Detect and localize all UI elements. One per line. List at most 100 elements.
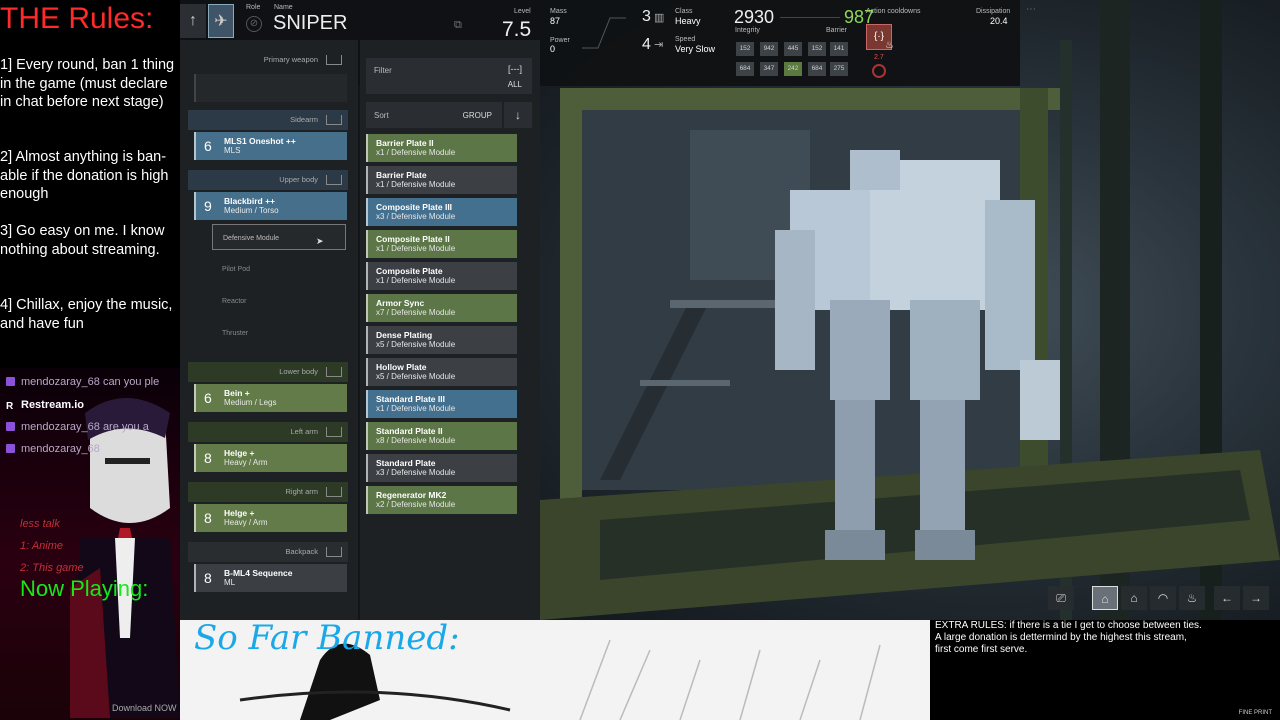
sort-label: Sort (374, 111, 389, 120)
backpack-slot[interactable]: 8 B-ML4 Sequence ML (194, 564, 347, 592)
list-item[interactable]: Barrier Plate x1 / Defensive Module (366, 166, 517, 194)
chat-message: R Restream.io (6, 399, 84, 412)
dissipation-label: Dissipation (976, 8, 1011, 15)
rules-title: THE Rules: (0, 2, 154, 35)
list-item[interactable]: Composite Plate III x3 / Defensive Module (366, 198, 517, 226)
camera-icon[interactable]: ⎚ (1048, 586, 1074, 610)
rule-2: 2] Almost anything is ban-able if the do… (0, 149, 169, 202)
defensive-module-slot[interactable]: Defensive Module (212, 224, 346, 250)
role-empty-icon[interactable]: ⊘ (246, 16, 262, 32)
list-item[interactable]: Dense Plating x5 / Defensive Module (366, 326, 517, 354)
backpack-header: Backpack (188, 542, 348, 562)
list-item[interactable]: Hollow Plate x5 / Defensive Module (366, 358, 517, 386)
upper-body-header: Upper body (188, 170, 348, 190)
primary-weapon-header: Primary weapon (188, 50, 348, 70)
stat-divider (780, 17, 840, 18)
chat-overlay: mendozaray_68 can you ple R Restream.io m… (0, 368, 180, 720)
integrity-stat: 242 (784, 62, 802, 76)
now-playing-label: Now Playing: (20, 576, 149, 601)
list-item[interactable]: Standard Plate x3 / Defensive Module (366, 454, 517, 482)
role-label: Role (246, 4, 261, 11)
lower-body-slot[interactable]: 6 Bein + Medium / Legs (194, 384, 347, 412)
power-value: 0 (550, 44, 556, 54)
sidearm-header: Sidearm (188, 110, 348, 130)
list-item[interactable]: Composite Plate II x1 / Defensive Module (366, 230, 517, 258)
reactor-slot[interactable]: Reactor (212, 288, 346, 314)
view-mech-icon[interactable]: ⌂ (1092, 586, 1118, 610)
list-item[interactable]: Barrier Plate II x1 / Defensive Module (366, 134, 517, 162)
level-label: Level (514, 8, 531, 15)
filter-box[interactable]: Filter [---] ALL (366, 58, 532, 94)
class-value: Heavy (675, 16, 701, 26)
role-icon[interactable]: ✈ (208, 4, 234, 38)
view-flame-icon[interactable]: ♨ (1179, 586, 1205, 610)
name-label: Name (274, 4, 293, 11)
pilot-pod-slot[interactable]: Pilot Pod (212, 256, 346, 282)
right-arm-header: Right arm (188, 482, 348, 502)
rule-3: 3] Go easy on me. I know nothing about s… (0, 223, 165, 258)
up-arrow-icon[interactable]: ↑ (180, 4, 206, 38)
speed-value: Very Slow (675, 44, 716, 54)
filter-value: ALL (507, 80, 522, 89)
list-item[interactable]: Composite Plate x1 / Defensive Module (366, 262, 517, 290)
previous-arrow-icon[interactable]: ← (1214, 586, 1240, 610)
left-arm-header: Left arm (188, 422, 348, 442)
list-item[interactable]: Regenerator MK2 x2 / Defensive Module (366, 486, 517, 514)
next-arrow-icon[interactable]: → (1243, 586, 1269, 610)
banned-title: So Far Banned: (194, 620, 460, 658)
sidearm-slot[interactable]: 6 MLS1 Oneshot ++ MLS (194, 132, 347, 160)
sort-box[interactable]: Sort GROUP (366, 102, 502, 128)
list-item[interactable]: Standard Plate III x1 / Defensive Module (366, 390, 517, 418)
cooldown-value: 2.7 (874, 54, 884, 61)
rule-4: 4] Chillax, enjoy the music, and have fu… (0, 297, 173, 332)
twitch-icon (6, 444, 15, 453)
cooldowns-label: Action cooldowns (866, 8, 921, 15)
integrity-stat: 684 (736, 62, 754, 76)
integrity-stat: 445 (784, 42, 802, 56)
overlay-note: 1: Anime (20, 540, 64, 552)
hangar-scene (540, 0, 1280, 620)
extra-rule-line: EXTRA RULES: if there is a tie I get to … (935, 620, 1202, 631)
view-dome-icon[interactable]: ◠ (1150, 586, 1176, 610)
banned-panel: So Far Banned: (180, 620, 930, 720)
restream-icon: R (6, 401, 14, 412)
copy-icon[interactable]: ⧉ (454, 19, 462, 32)
chat-message: mendozaray_68 (6, 443, 100, 455)
view-hangar-icon[interactable]: ⌂ (1121, 586, 1147, 610)
primary-weapon-slot[interactable] (194, 74, 347, 102)
chat-message: mendozaray_68 are you a (6, 421, 149, 433)
overlay-note: less talk (20, 518, 60, 530)
right-arm-slot[interactable]: 8 Helge + Heavy / Arm (194, 504, 347, 532)
download-tag: Download NOW (112, 703, 177, 713)
barrier-label: Barrier (826, 27, 848, 34)
integrity-stat: 684 (808, 62, 826, 76)
extra-rule-line: A large donation is dettermind by the hi… (935, 632, 1187, 643)
sort-value: GROUP (462, 111, 492, 120)
integrity-stat: 152 (808, 42, 826, 56)
equipment-slots: Primary weapon Sidearm 6 MLS1 Oneshot ++… (180, 40, 358, 620)
extra-rules-panel: EXTRA RULES: if there is a tie I get to … (930, 620, 1280, 720)
upper-body-slot[interactable]: 9 Blackbird ++ Medium / Torso (194, 192, 347, 220)
barrier-stat: 141 (830, 42, 848, 56)
mass-power-graph (582, 17, 626, 49)
filter-icon: [---] (508, 64, 522, 74)
left-arm-slot[interactable]: 8 Helge + Heavy / Arm (194, 444, 347, 472)
mass-value: 87 (550, 16, 561, 26)
mech-name[interactable]: SNIPER (273, 12, 347, 35)
chat-message: mendozaray_68 can you ple (6, 376, 159, 388)
power-label: Power (550, 37, 570, 44)
cooldown-ring-icon (872, 64, 886, 78)
class-icon: ▥ (654, 12, 665, 24)
integrity-stat: 152 (736, 42, 754, 56)
game-window: ↑ ✈ Role Name ⊘ SNIPER ⧉ Level 7.5 Mass … (180, 0, 1280, 620)
sort-direction-icon[interactable]: ↓ (504, 102, 532, 128)
thruster-slot[interactable]: Thruster (212, 320, 346, 346)
filter-label: Filter (374, 66, 392, 75)
more-icon[interactable]: ⋯ (1026, 4, 1036, 15)
mass-label: Mass (550, 8, 567, 15)
speed-icon: ⇥ (654, 39, 664, 51)
list-item[interactable]: Standard Plate II x8 / Defensive Module (366, 422, 517, 450)
integrity-stat: 347 (760, 62, 778, 76)
class-count: 3 (642, 8, 651, 25)
list-item[interactable]: Armor Sync x7 / Defensive Module (366, 294, 517, 322)
